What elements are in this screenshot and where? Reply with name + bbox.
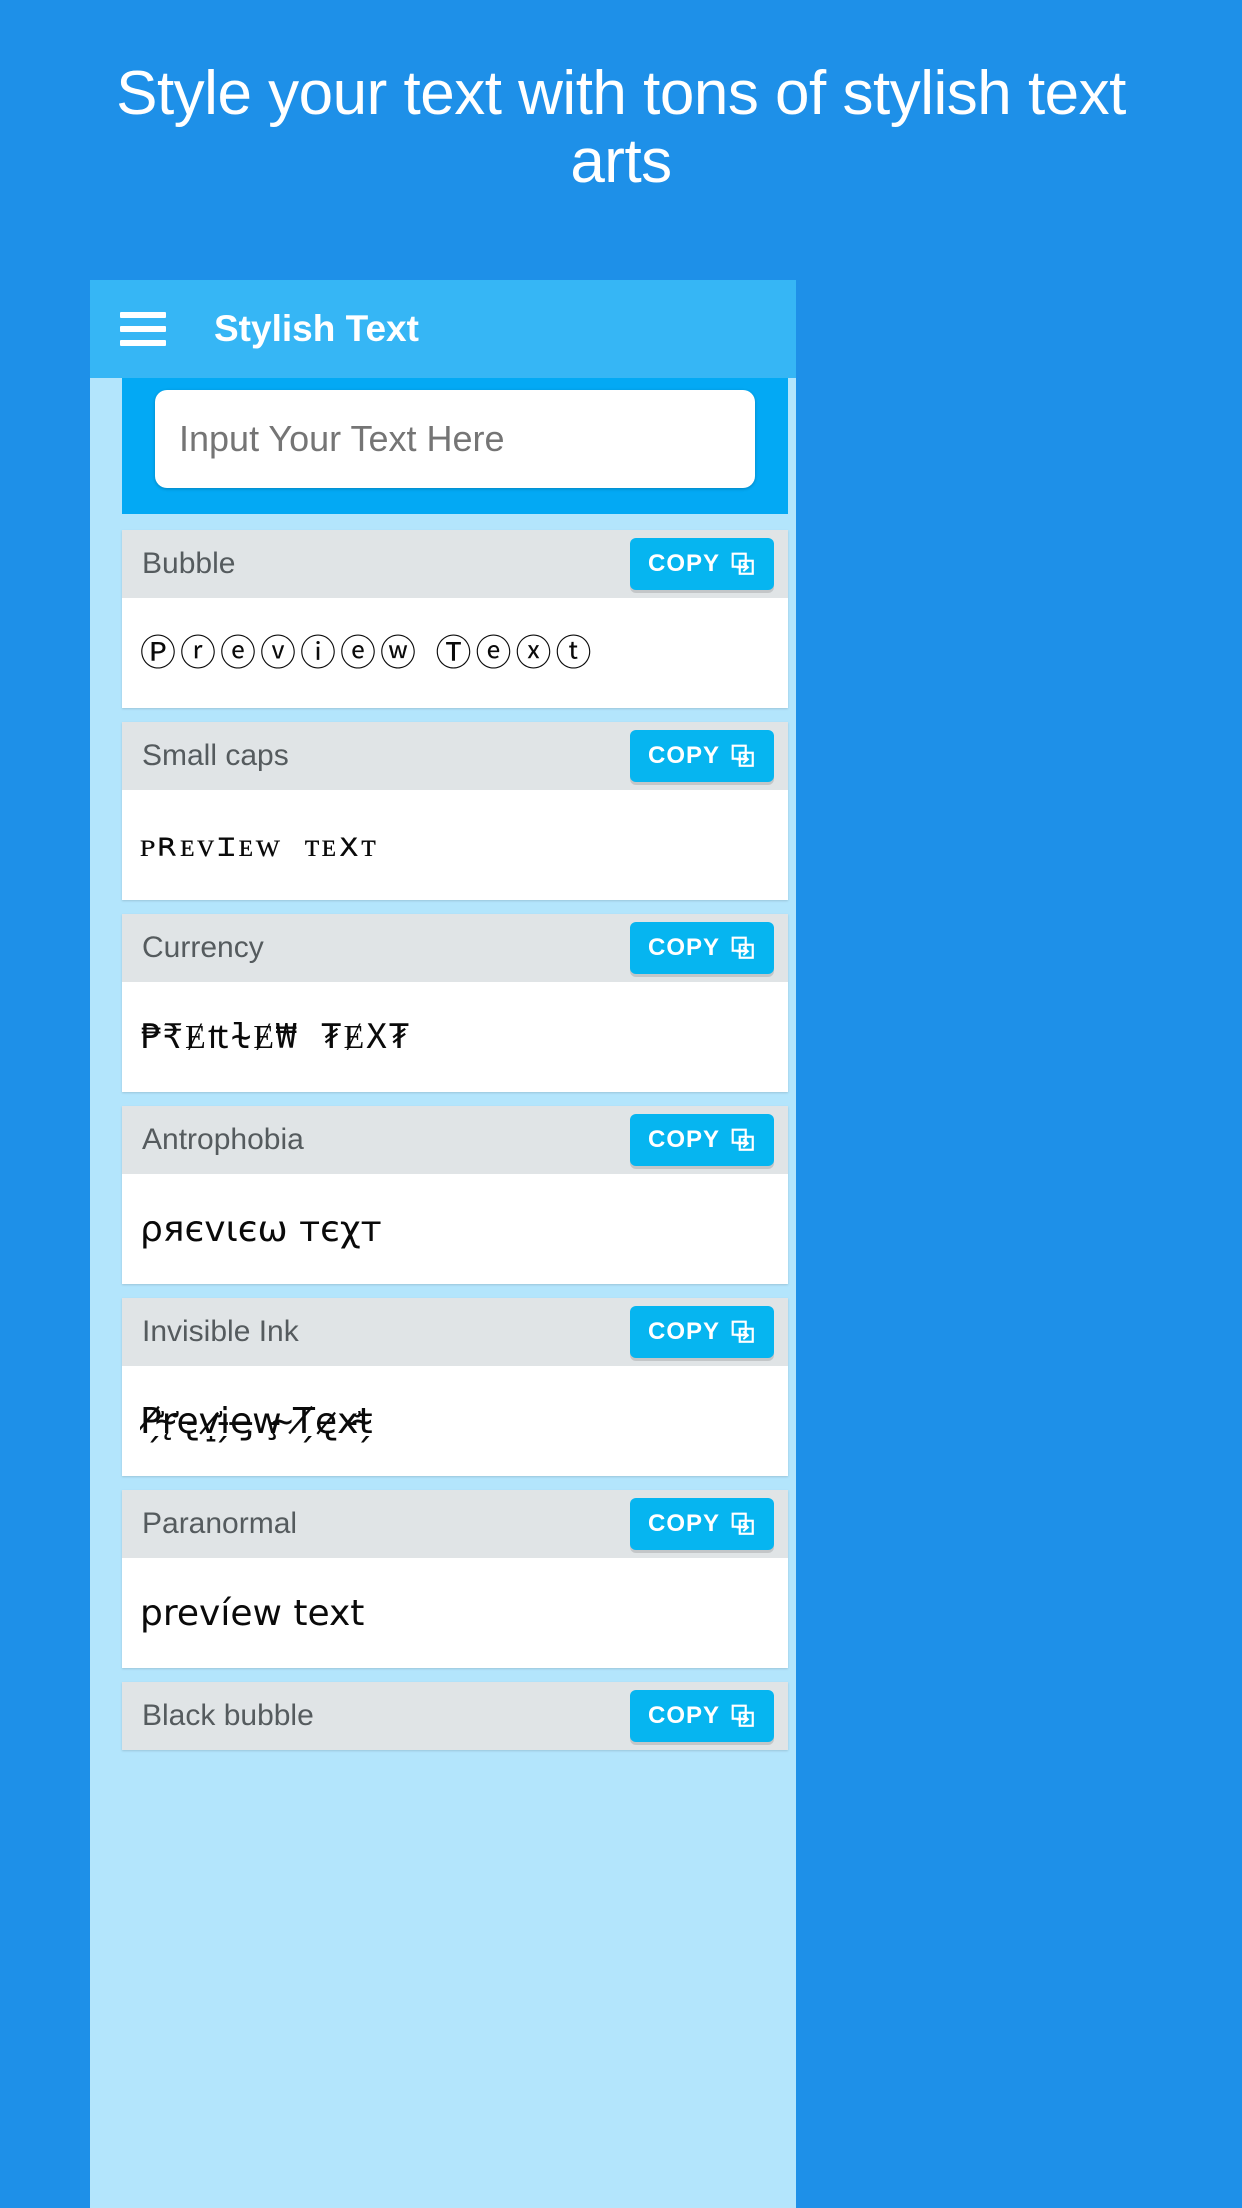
copy-button-label: COPY <box>647 1126 720 1153</box>
copy-duplicate-icon <box>730 935 756 961</box>
app-title: Stylish Text <box>214 308 419 349</box>
style-card: Paranormal COPY prevíew text <box>122 1490 788 1668</box>
hamburger-menu-icon[interactable] <box>120 312 166 346</box>
copy-duplicate-icon <box>730 1319 756 1345</box>
style-name: Black bubble <box>142 1699 314 1732</box>
style-card: Small caps COPY ᴘʀᴇᴠɪᴇᴡ ᴛᴇxᴛ <box>122 722 788 900</box>
style-preview-area[interactable]: P̸̛̗r̴̨̛e̵̢v̷̛̝i̵̗e̶̡w̵̧ ̴T̸̗e̷̢x̵̛t̴̗ <box>122 1366 788 1476</box>
style-preview-text: P̸̛̗r̴̨̛e̵̢v̷̛̝i̵̗e̶̡w̵̧ ̴T̸̗e̷̢x̵̛t̴̗ <box>140 1400 373 1442</box>
style-name: Paranormal <box>142 1507 298 1540</box>
copy-button[interactable]: COPY <box>629 1114 774 1166</box>
copy-duplicate-icon <box>730 551 756 577</box>
copy-button[interactable]: COPY <box>629 1690 774 1742</box>
copy-button[interactable]: COPY <box>629 538 774 590</box>
style-card: Antrophobia COPY ρяєvιєω тєχт <box>122 1106 788 1284</box>
style-preview-area[interactable]: ᴘʀᴇᴠɪᴇᴡ ᴛᴇxᴛ <box>122 790 788 900</box>
style-card-header: Currency COPY <box>122 914 788 982</box>
copy-duplicate-icon <box>730 1703 756 1729</box>
style-card: Currency COPY ₱₹Ɇ₶ɫɆ₩ ₮ɆX₮ <box>122 914 788 1092</box>
input-section <box>122 378 788 514</box>
copy-button[interactable]: COPY <box>629 1306 774 1358</box>
app-bar: Stylish Text <box>90 280 796 378</box>
style-card: Invisible Ink COPY P̸̛̗r̴̨̛e̵̢v̷̛̝i̵̗e̶̡w̵… <box>122 1298 788 1476</box>
hamburger-bar-1 <box>120 312 166 318</box>
copy-duplicate-icon <box>730 1127 756 1153</box>
copy-duplicate-icon <box>730 743 756 769</box>
copy-button[interactable]: COPY <box>629 922 774 974</box>
style-preview-area[interactable]: ₱₹Ɇ₶ɫɆ₩ ₮ɆX₮ <box>122 982 788 1092</box>
style-card-header: Black bubble COPY <box>122 1682 788 1750</box>
copy-button-label: COPY <box>647 550 720 577</box>
style-card-header: Small caps COPY <box>122 722 788 790</box>
copy-button-label: COPY <box>647 1318 720 1345</box>
style-preview-text: ᴘʀᴇᴠɪᴇᴡ ᴛᴇxᴛ <box>140 824 378 865</box>
promo-headline: Style your text with tons of stylish tex… <box>116 59 1126 197</box>
copy-button-label: COPY <box>647 934 720 961</box>
style-card-header: Paranormal COPY <box>122 1490 788 1558</box>
style-preview-text: ρяєvιєω тєχт <box>140 1208 382 1250</box>
copy-button-label: COPY <box>647 1702 720 1729</box>
hamburger-bar-2 <box>120 326 166 332</box>
style-preview-text: ₱₹Ɇ₶ɫɆ₩ ₮ɆX₮ <box>140 1016 412 1057</box>
style-name: Currency <box>142 931 264 964</box>
style-card: Black bubble COPY <box>122 1682 788 1750</box>
copy-duplicate-icon <box>730 1511 756 1537</box>
style-preview-text: Ⓟⓡⓔⓥⓘⓔⓦ Ⓣⓔⓧⓣ <box>140 632 596 674</box>
style-name: Antrophobia <box>142 1123 304 1156</box>
style-preview-text: prevíew text <box>140 1592 365 1634</box>
style-preview-area[interactable]: Ⓟⓡⓔⓥⓘⓔⓦ Ⓣⓔⓧⓣ <box>122 598 788 708</box>
copy-button[interactable]: COPY <box>629 1498 774 1550</box>
copy-button-label: COPY <box>647 1510 720 1537</box>
copy-button[interactable]: COPY <box>629 730 774 782</box>
app-screenshot-frame: Stylish Text Bubble COPY Ⓟⓡⓔⓥⓘⓔⓦ Ⓣⓔⓧⓣ Small… <box>90 280 796 2208</box>
style-name: Invisible Ink <box>142 1315 299 1348</box>
text-input[interactable] <box>155 390 755 488</box>
style-card-header: Antrophobia COPY <box>122 1106 788 1174</box>
style-name: Bubble <box>142 547 236 580</box>
style-card: Bubble COPY Ⓟⓡⓔⓥⓘⓔⓦ Ⓣⓔⓧⓣ <box>122 530 788 708</box>
app-content-scroll[interactable]: Bubble COPY Ⓟⓡⓔⓥⓘⓔⓦ Ⓣⓔⓧⓣ Small caps COPY ᴘʀᴇᴠ… <box>90 378 796 2208</box>
style-preview-area[interactable]: prevíew text <box>122 1558 788 1668</box>
style-preview-area[interactable]: ρяєvιєω тєχт <box>122 1174 788 1284</box>
style-card-list: Bubble COPY Ⓟⓡⓔⓥⓘⓔⓦ Ⓣⓔⓧⓣ Small caps COPY ᴘʀᴇᴠ… <box>90 524 796 1750</box>
style-card-header: Invisible Ink COPY <box>122 1298 788 1366</box>
style-card-header: Bubble COPY <box>122 530 788 598</box>
style-name: Small caps <box>142 739 289 772</box>
promo-banner: Style your text with tons of stylish tex… <box>0 0 1242 196</box>
hamburger-bar-3 <box>120 340 166 346</box>
copy-button-label: COPY <box>647 742 720 769</box>
